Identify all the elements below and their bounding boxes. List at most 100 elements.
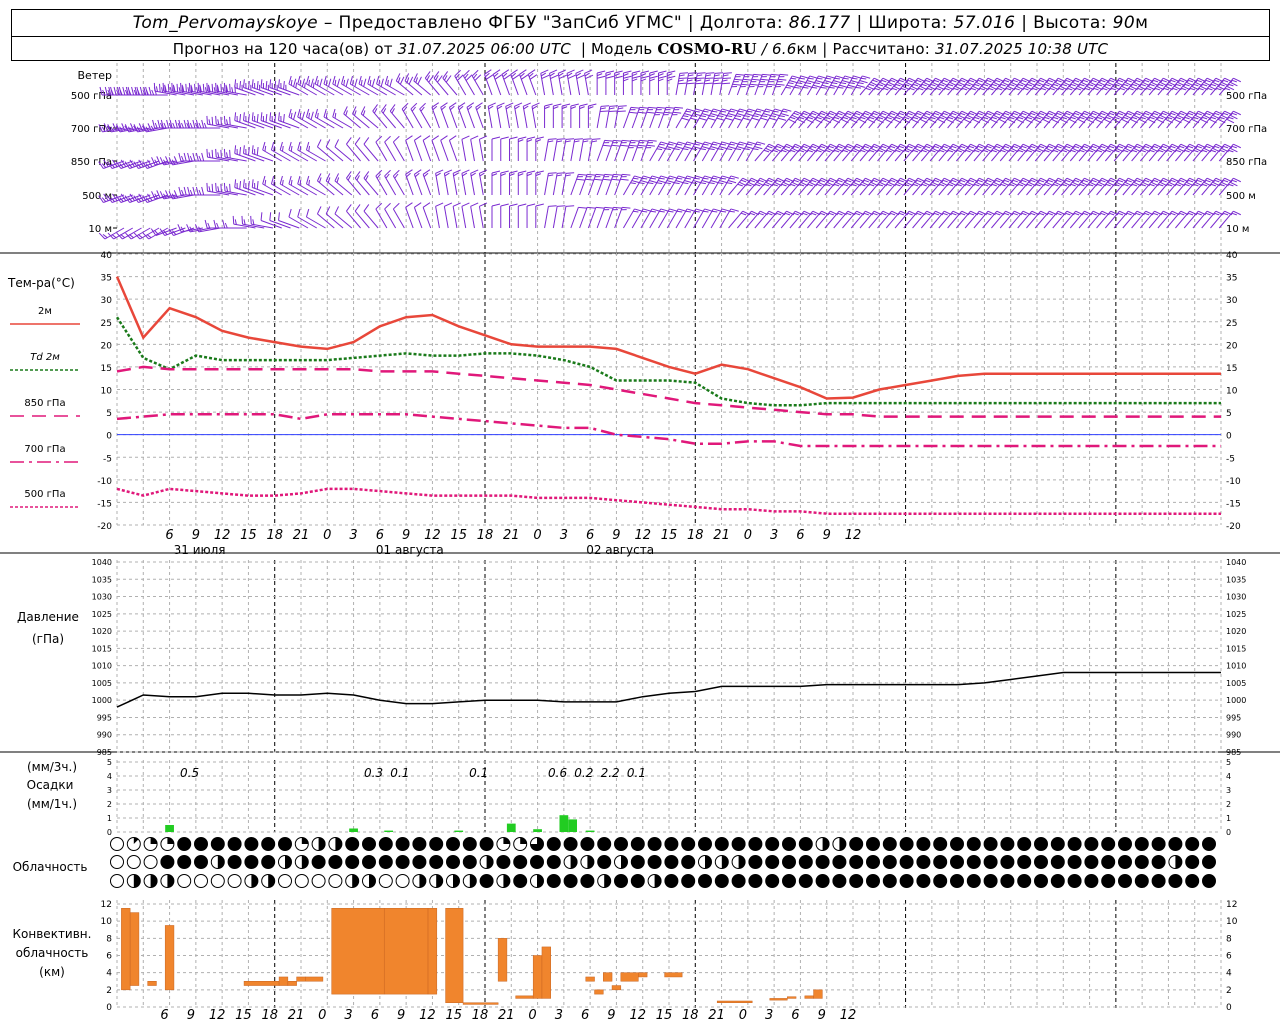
wind-barb-feather bbox=[197, 82, 200, 92]
wind-barb-feather bbox=[685, 110, 692, 113]
wind-barb-feather bbox=[367, 75, 371, 85]
wind-barb-feather bbox=[194, 83, 196, 93]
cloud-cover-symbol bbox=[714, 855, 729, 869]
wind-barb-feather bbox=[982, 183, 989, 187]
cloud-cover-symbol bbox=[143, 837, 158, 851]
wind-barb-feather bbox=[792, 75, 801, 79]
wind-barb-feather bbox=[659, 210, 665, 213]
cloud-cover-symbol bbox=[311, 855, 326, 869]
wind-barb-feather bbox=[739, 108, 748, 112]
wind-barb-feather bbox=[1184, 183, 1190, 187]
wind-barb-feather bbox=[250, 215, 252, 225]
wind-barb-feather bbox=[938, 83, 945, 87]
wind-barb-feather bbox=[678, 141, 687, 145]
wind-barb-feather bbox=[753, 148, 759, 151]
wind-barb bbox=[325, 139, 344, 162]
cloud-cover-symbol bbox=[1168, 855, 1183, 869]
conv-cloud-bar bbox=[147, 981, 157, 986]
wind-barb-feather bbox=[735, 115, 742, 118]
wind-barb-feather bbox=[281, 145, 284, 152]
wind-barb-feather bbox=[393, 169, 400, 177]
wind-barb-feather bbox=[1161, 79, 1167, 83]
wind-barb-feather bbox=[854, 212, 861, 216]
wind-barb-feather bbox=[709, 182, 715, 185]
wind-barb-staff bbox=[448, 107, 458, 129]
wind-barb-feather bbox=[886, 149, 892, 153]
wind-barb-feather bbox=[283, 81, 285, 90]
cloud-cover-symbol bbox=[1050, 874, 1065, 888]
wind-barb bbox=[448, 135, 458, 162]
wind-barb-feather bbox=[596, 73, 603, 77]
wind-barb-feather bbox=[1122, 116, 1129, 120]
wind-barb-feather bbox=[728, 180, 737, 184]
wind-barb-feather bbox=[256, 181, 259, 190]
wind-barb-staff bbox=[410, 108, 423, 129]
cloud-fill bbox=[1034, 874, 1048, 888]
wind-barb-feather bbox=[795, 84, 804, 88]
wind-barb-feather bbox=[774, 108, 783, 112]
wind-barb-feather bbox=[1096, 149, 1103, 153]
cloud-cover-symbol bbox=[446, 874, 460, 888]
wind-barb-feather bbox=[1154, 87, 1161, 91]
wind-barb-feather bbox=[497, 105, 503, 110]
wind-barb-feather bbox=[784, 212, 791, 216]
cloud-fill bbox=[1185, 855, 1199, 869]
wind-barb-feather bbox=[828, 145, 834, 149]
wind-barb-feather bbox=[470, 172, 476, 177]
wind-barb-feather bbox=[192, 119, 196, 129]
wind-barb-feather bbox=[856, 84, 866, 88]
cloud-cover-symbol bbox=[630, 874, 645, 888]
wind-barb-feather bbox=[725, 117, 734, 121]
precip-ytick: 5 bbox=[1226, 758, 1231, 767]
temp-ytick: 15 bbox=[1226, 364, 1237, 374]
cloud-fill bbox=[564, 874, 578, 888]
cloud-fill bbox=[916, 855, 930, 869]
wind-label: Ветер bbox=[78, 69, 112, 82]
wind-barb-feather bbox=[977, 112, 983, 116]
wind-barb-feather bbox=[518, 170, 527, 174]
wind-barb-feather bbox=[600, 107, 606, 110]
wind-barb-feather bbox=[676, 210, 683, 213]
wind-barb-feather bbox=[470, 202, 479, 207]
wind-barb-feather bbox=[1108, 145, 1115, 149]
wind-barb bbox=[466, 102, 475, 129]
wind-barb-feather bbox=[204, 219, 208, 229]
wind-barb-feather bbox=[794, 86, 800, 89]
wind-barb-feather bbox=[667, 78, 673, 82]
cloud-fill bbox=[1185, 874, 1199, 888]
cloud-circle bbox=[278, 874, 292, 888]
date-label: 02 августа bbox=[586, 543, 654, 557]
conv-xtick: 6 bbox=[581, 1008, 589, 1023]
wind-barb-feather bbox=[288, 208, 292, 218]
wind-barb bbox=[440, 102, 449, 129]
wind-barb-feather bbox=[637, 111, 647, 114]
cloud-cover-symbol bbox=[278, 855, 292, 869]
wind-barb bbox=[631, 106, 648, 129]
wind-barb-feather bbox=[729, 210, 735, 213]
wind-barb-feather bbox=[802, 112, 808, 116]
cloud-cover-symbol bbox=[244, 855, 259, 869]
wind-barb-feather bbox=[605, 70, 615, 74]
wind-barb-feather bbox=[557, 138, 566, 140]
wind-barb-staff bbox=[325, 180, 344, 196]
wind-barb-feather bbox=[325, 206, 331, 215]
wind-barb-staff bbox=[363, 210, 379, 229]
wind-barb-feather bbox=[903, 149, 910, 153]
conv-xtick: 0 bbox=[528, 1008, 536, 1023]
wind-barb-feather bbox=[788, 82, 794, 85]
cloud-cover-symbol bbox=[311, 874, 326, 888]
wind-barb-feather bbox=[868, 183, 875, 187]
wind-barb-feather bbox=[265, 81, 268, 90]
wind-barb-feather bbox=[814, 82, 820, 85]
wind-barb-feather bbox=[363, 137, 370, 145]
wind-barb-staff bbox=[306, 83, 326, 96]
wind-barb-feather bbox=[187, 152, 191, 162]
cloud-cover-symbol bbox=[815, 874, 830, 888]
wind-barb-feather bbox=[1131, 116, 1138, 120]
wind-barb-feather bbox=[903, 183, 910, 187]
wind-barb-feather bbox=[500, 203, 509, 207]
cloud-fill bbox=[167, 837, 174, 844]
wind-barb-feather bbox=[278, 212, 280, 221]
temp-xtick: 9 bbox=[402, 528, 410, 543]
wind-barb bbox=[561, 103, 571, 128]
